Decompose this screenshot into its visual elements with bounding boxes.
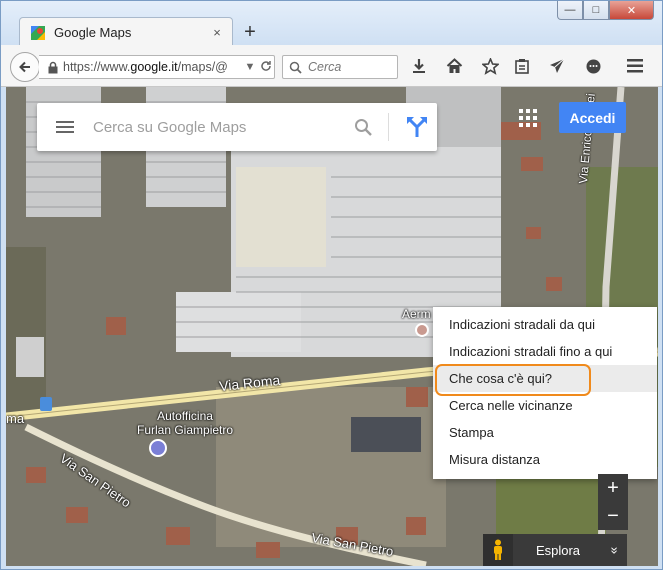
poi-name-line1: Autofficina [157, 409, 213, 423]
maps-menu-icon[interactable] [37, 121, 93, 133]
expand-chevron-icon[interactable]: » [608, 538, 623, 562]
browser-search-box[interactable]: Cerca [282, 55, 398, 79]
title-bar: Google Maps × + — □ ✕ [1, 1, 662, 47]
maps-search-box: Cerca su Google Maps [37, 103, 437, 151]
road-label-ma: ma [6, 411, 25, 426]
explore-label[interactable]: Esplora [513, 543, 603, 558]
car-repair-pin-icon[interactable] [149, 439, 167, 457]
menu-item-print[interactable]: Stampa [433, 419, 657, 446]
browser-search-placeholder: Cerca [308, 60, 342, 74]
send-icon[interactable] [547, 56, 567, 76]
url-prefix: https://www. [63, 60, 131, 74]
navigation-toolbar: https://www.google.it/maps/@ ▼ Cerca [1, 45, 662, 87]
address-bar[interactable]: https://www.google.it/maps/@ ▼ [39, 55, 275, 79]
url-text: https://www.google.it/maps/@ [63, 60, 242, 74]
download-icon[interactable] [409, 56, 429, 76]
minimize-button[interactable]: — [557, 1, 583, 20]
dropdown-arrow-icon[interactable]: ▼ [242, 61, 258, 73]
menu-item-whats-here[interactable]: Che cosa c'è qui? [433, 364, 657, 396]
maps-search-input[interactable]: Cerca su Google Maps [93, 119, 346, 136]
sign-in-button[interactable]: Accedi [559, 102, 626, 133]
apps-grid-icon[interactable] [519, 109, 537, 127]
close-window-button[interactable]: ✕ [609, 1, 654, 20]
arrow-left-icon [19, 61, 30, 73]
browser-window: Google Maps × + — □ ✕ https://www.google… [0, 0, 663, 570]
hamburger-menu-icon[interactable] [625, 56, 645, 76]
reading-list-icon[interactable] [512, 56, 532, 76]
maximize-button[interactable]: □ [583, 1, 609, 20]
window-controls: — □ ✕ [557, 1, 654, 20]
zoom-in-button[interactable]: + [598, 474, 628, 502]
zoom-out-button[interactable]: − [598, 502, 628, 530]
chat-icon[interactable] [583, 56, 603, 76]
maps-search-icon[interactable] [346, 118, 380, 136]
url-domain: google.it [130, 60, 178, 74]
reload-icon[interactable] [258, 60, 274, 75]
dropped-pin-icon[interactable] [415, 323, 429, 337]
google-maps-favicon-icon [31, 25, 45, 40]
search-icon [289, 61, 302, 74]
map-viewport[interactable]: Via Roma Via San Pietro Via San Pietro V… [6, 87, 658, 566]
explore-bar: Esplora » [483, 534, 627, 566]
menu-item-search-nearby[interactable]: Cerca nelle vicinanze [433, 392, 657, 419]
tab-google-maps[interactable]: Google Maps × [19, 17, 233, 47]
pegman-icon[interactable] [483, 534, 513, 566]
url-suffix: /maps/@ [177, 60, 228, 74]
tab-title: Google Maps [54, 25, 132, 40]
menu-item-measure-distance[interactable]: Misura distanza [433, 446, 657, 473]
directions-icon[interactable] [397, 116, 437, 138]
search-divider [388, 113, 389, 141]
home-icon[interactable] [444, 56, 464, 76]
tab-close-icon[interactable]: × [208, 25, 226, 40]
map-context-menu: Indicazioni stradali da qui Indicazioni … [433, 307, 657, 479]
poi-label-aerm: Aerm [402, 307, 431, 321]
menu-item-directions-to-here[interactable]: Indicazioni stradali fino a qui [433, 338, 657, 365]
new-tab-button[interactable]: + [241, 21, 259, 43]
lock-icon [47, 61, 59, 74]
bus-stop-icon[interactable] [40, 397, 52, 411]
menu-item-directions-from-here[interactable]: Indicazioni stradali da qui [433, 311, 657, 338]
back-button[interactable] [10, 52, 40, 82]
bookmark-star-icon[interactable] [480, 56, 500, 76]
poi-label-autofficina: Autofficina Furlan Giampietro [137, 409, 233, 437]
poi-name-line2: Furlan Giampietro [137, 423, 234, 437]
